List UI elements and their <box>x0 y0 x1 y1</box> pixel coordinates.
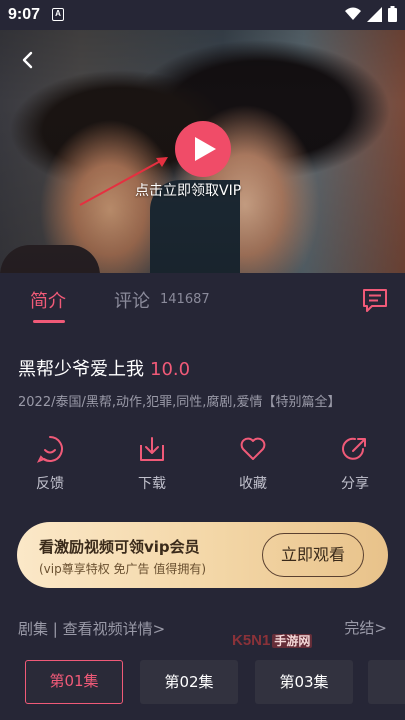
vip-reward-banner[interactable]: 看激励视频可领vip会员 (vip尊享特权 免广告 值得拥有) 立即观看 <box>17 522 388 588</box>
drama-detail-screen: 9:07 A 点击立即领取VIP 简介 评论 141687 黑帮少爷爱上我 10… <box>0 0 405 720</box>
episode-button[interactable]: 第02集 <box>140 660 238 704</box>
episodes-header[interactable]: 剧集 | 查看视频详情> <box>18 618 165 639</box>
watermark-brand: K5N1 <box>232 632 271 649</box>
feedback-button[interactable]: 反馈 <box>20 435 80 493</box>
tab-comments[interactable]: 评论 <box>114 287 150 313</box>
status-icons <box>345 6 397 22</box>
download-icon <box>140 437 164 461</box>
vip-banner-subtitle: (vip尊享特权 免广告 值得拥有) <box>39 562 207 576</box>
episodes-status[interactable]: 完结> <box>344 617 387 638</box>
episode-button[interactable]: 第03集 <box>255 660 353 704</box>
status-bar: 9:07 A <box>0 0 405 30</box>
download-button[interactable]: 下载 <box>122 435 182 493</box>
comments-count: 141687 <box>160 292 210 307</box>
show-title-row: 黑帮少爷爱上我 10.0 <box>18 355 190 381</box>
vip-hint-text[interactable]: 点击立即领取VIP <box>135 180 241 200</box>
share-label: 分享 <box>341 476 369 492</box>
heart-icon <box>240 437 266 460</box>
download-label: 下载 <box>138 476 166 492</box>
signal-icon <box>367 6 382 22</box>
episode-button-selected[interactable]: 第01集 <box>25 660 123 704</box>
chevron-left-icon <box>22 51 33 69</box>
tab-intro-underline <box>33 320 65 323</box>
wifi-icon <box>345 7 361 20</box>
play-button[interactable] <box>175 121 231 177</box>
status-time: 9:07 <box>8 6 41 23</box>
favorite-button[interactable]: 收藏 <box>223 435 283 493</box>
action-bar: 反馈 下载 收藏 分享 <box>0 435 405 505</box>
watermark-logo: K5N1 手游网 <box>232 632 313 649</box>
chat-button[interactable] <box>362 287 388 317</box>
show-score: 10.0 <box>150 359 191 380</box>
notification-badge: A <box>52 8 64 21</box>
share-button[interactable]: 分享 <box>325 435 385 493</box>
share-icon <box>342 437 366 460</box>
back-button[interactable] <box>16 48 40 72</box>
feedback-icon <box>36 436 63 463</box>
feedback-label: 反馈 <box>36 476 64 492</box>
vip-banner-title: 看激励视频可领vip会员 <box>39 538 200 556</box>
watch-now-button[interactable]: 立即观看 <box>262 533 364 577</box>
show-meta: 2022/泰国/黑帮,动作,犯罪,同性,腐剧,爱情【特别篇全】 <box>18 395 341 410</box>
detail-tabs: 简介 评论 141687 <box>0 273 405 328</box>
favorite-label: 收藏 <box>239 476 267 492</box>
tab-intro[interactable]: 简介 <box>30 287 66 313</box>
play-icon <box>195 137 216 161</box>
episode-button-partial[interactable] <box>368 660 405 704</box>
show-title: 黑帮少爷爱上我 <box>18 359 144 380</box>
battery-icon <box>388 6 397 22</box>
chat-icon <box>363 289 387 312</box>
watermark-tag: 手游网 <box>272 634 313 648</box>
